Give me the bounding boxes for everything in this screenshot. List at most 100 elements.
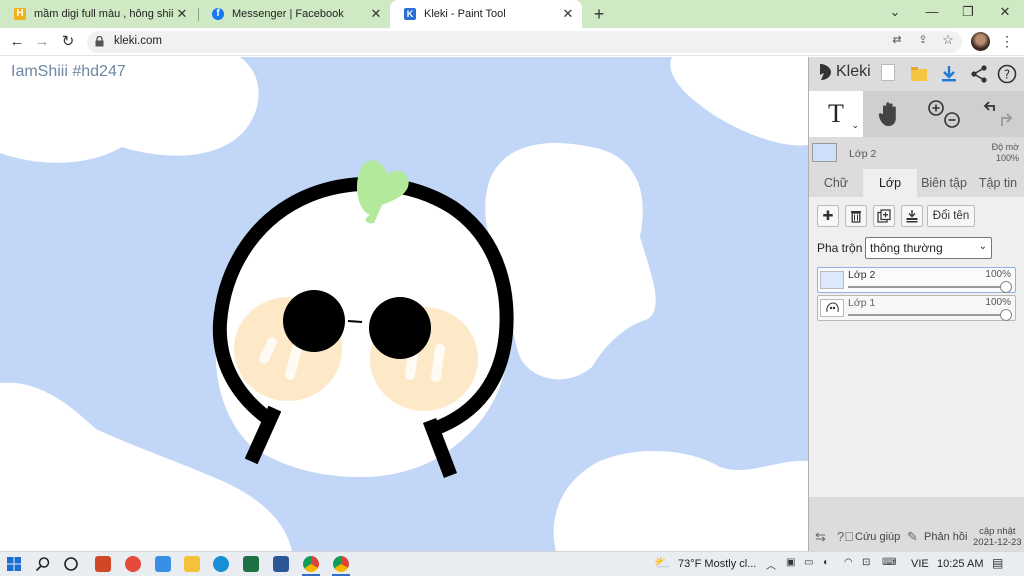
input-language[interactable]: VIE [911,558,929,570]
share-icon[interactable] [969,64,989,84]
browser-tab-1[interactable]: H mầm digi full màu , hông shiii , đ ✕ [0,0,196,28]
feedback-icon[interactable]: ✎ [907,529,918,545]
weather-text[interactable]: 73°F Mostly cl... [678,558,756,570]
edge-icon[interactable] [213,556,229,572]
open-folder-icon[interactable] [909,64,929,84]
share-icon[interactable]: ⇪ [916,33,930,47]
browser-tab-3[interactable]: K Kleki - Paint Tool ✕ [390,0,582,28]
powerpoint-icon[interactable] [95,556,111,572]
windows-start-icon[interactable] [6,556,22,572]
help-circle-icon[interactable]: ?⃝ [837,529,854,544]
drawing-canvas[interactable]: IamShiii #hd247 [0,57,808,551]
right-eye [369,297,431,359]
antivirus-icon[interactable] [125,556,141,572]
layer-row-2[interactable]: Lớp 2 100% [817,267,1016,293]
svg-text:?: ? [1004,68,1010,82]
keyboard-icon[interactable]: ⌨ [882,557,896,568]
clock[interactable]: 10:25 AM [937,558,983,570]
excel-icon[interactable] [243,556,259,572]
layer-opacity-slider[interactable] [848,286,1006,288]
chrome-icon[interactable] [303,556,319,572]
kleki-logo-icon [820,64,831,80]
kleki-icon: K [404,8,416,20]
close-tab-icon[interactable]: ✕ [368,6,384,22]
tab-edit[interactable]: Biên tập [917,169,971,197]
left-eye [283,290,345,352]
browser-tab-2[interactable]: f Messenger | Facebook ✕ [198,0,390,28]
current-layer-name: Lớp 2 [849,148,877,160]
current-layer-preview[interactable]: Lớp 2 Độ mờ 100% [809,139,1024,167]
artwork [0,57,808,551]
new-file-icon[interactable] [881,64,895,81]
mouth [347,320,363,323]
layer-thumbnail [812,143,837,162]
address-bar[interactable]: kleki.com [87,31,962,53]
profile-avatar[interactable] [971,32,990,51]
merge-down-button[interactable] [901,205,923,227]
layer-name: Lớp 2 [848,269,876,281]
kleki-logo[interactable]: Kleki [817,63,871,81]
duplicate-layer-button[interactable] [873,205,895,227]
new-tab-button[interactable]: + [588,3,610,25]
browser-menu-icon[interactable]: ⋮ [1000,33,1014,50]
tab-file[interactable]: Tập tin [971,169,1024,197]
chevron-up-icon[interactable]: ︿ [766,557,776,572]
rename-layer-button[interactable]: Đổi tên [927,205,975,227]
search-icon[interactable] [35,556,51,572]
canvas-watermark-text: IamShiii #hd247 [11,63,126,80]
update-info[interactable]: cập nhật 2021-12-23 [973,526,1022,548]
word-icon[interactable] [273,556,289,572]
update-label: cập nhật [979,526,1016,537]
text-tool-icon: T [828,99,844,128]
tab-text[interactable]: Chữ [809,169,863,197]
bookmark-star-icon[interactable]: ☆ [941,33,955,47]
forward-icon[interactable]: → [32,32,52,52]
delete-layer-button[interactable] [845,205,867,227]
blend-mode-select[interactable]: thông thường ⌄ [865,237,992,259]
file-explorer-icon[interactable] [184,556,200,572]
restore-icon[interactable]: ❐ [958,4,978,20]
trash-icon [851,211,861,223]
download-icon[interactable] [939,64,959,84]
layer-opacity-slider[interactable] [848,314,1006,316]
minimize-icon[interactable]: — [922,4,942,19]
kleki-footer: ⇆ ?⃝ Cứu giúp ✎ Phản hồi cập nhật 2021-1… [809,523,1024,551]
network-icon[interactable]: ⊡ [862,557,870,568]
kleki-sidebar: Kleki ? T ⌄ Lớp 2 Độ mờ 100% Chữ Lớp Biê… [808,57,1024,551]
zoom-tool-button[interactable] [917,91,971,137]
weather-icon[interactable]: ⛅ [654,555,670,571]
close-tab-icon[interactable]: ✕ [560,6,576,22]
layer-row-1[interactable]: Lớp 1 100% [817,295,1016,321]
tab-search-icon[interactable]: ⌄ [885,4,905,20]
help-icon[interactable]: ? [997,64,1017,84]
undo-redo-button[interactable] [971,91,1024,137]
opacity-slider-handle[interactable] [1000,309,1012,321]
battery-icon[interactable]: ▭ [804,557,813,568]
back-icon[interactable]: ← [7,32,27,52]
help-link[interactable]: Cứu giúp [855,531,900,543]
add-layer-button[interactable]: ✚ [817,205,839,227]
opacity-slider-handle[interactable] [1000,281,1012,293]
volume-icon[interactable]: ◖ [822,557,828,568]
close-tab-icon[interactable]: ✕ [174,6,190,22]
notifications-icon[interactable]: ▤ [992,556,1003,570]
chrome-icon[interactable] [333,556,349,572]
feedback-link[interactable]: Phản hồi [924,531,967,543]
text-tool-button[interactable]: T ⌄ [809,91,863,137]
opacity-label: Độ mờ [991,142,1019,152]
swap-sides-icon[interactable]: ⇆ [815,529,826,545]
tab-layers[interactable]: Lớp [863,169,917,197]
wifi-icon[interactable]: ◠ [844,557,853,568]
close-window-icon[interactable]: ✕ [995,4,1015,20]
hand-tool-button[interactable] [863,91,917,137]
reload-icon[interactable]: ↻ [58,32,78,52]
task-view-icon[interactable] [63,556,79,572]
update-date: 2021-12-23 [973,537,1022,548]
tool-options-chevron-icon[interactable]: ⌄ [851,120,859,131]
tray-app-icon[interactable]: ▣ [786,557,795,568]
layer-name: Lớp 1 [848,297,876,309]
chevron-down-icon: ⌄ [978,241,987,252]
translate-icon[interactable]: ⇄ [890,33,904,47]
undo-redo-icon [983,101,1013,126]
this-pc-icon[interactable] [155,556,171,572]
